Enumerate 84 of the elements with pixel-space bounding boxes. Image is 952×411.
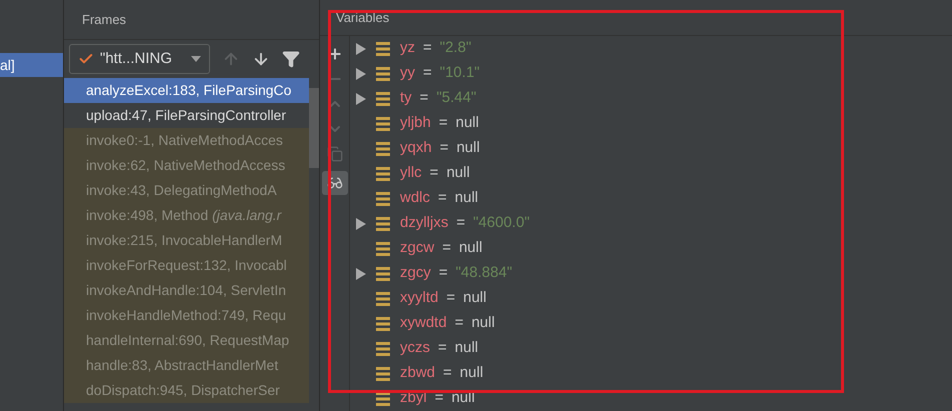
frame-item[interactable]: invoke:215, InvocableHandlerM xyxy=(64,228,309,253)
expand-arrow-icon[interactable] xyxy=(356,42,366,54)
variable-name: xywdtd xyxy=(400,313,447,334)
field-icon xyxy=(376,316,390,330)
variable-name: zgcy xyxy=(400,263,431,284)
frame-item[interactable]: invoke:498, Method (java.lang.r xyxy=(64,203,309,228)
panel-title: Variables xyxy=(336,8,390,27)
variable-value: null xyxy=(454,188,478,208)
frame-item[interactable]: invokeHandleMethod:749, Requ xyxy=(64,303,309,328)
equals-sign: = xyxy=(438,188,447,208)
expand-arrow-icon[interactable] xyxy=(356,68,366,80)
variable-value: "48.884" xyxy=(456,263,512,284)
equals-sign: = xyxy=(446,288,456,308)
variable-name: dzylljxs xyxy=(400,213,448,234)
variable-value: null xyxy=(456,138,480,158)
caret-icon xyxy=(191,56,201,62)
variable-name: zbwd xyxy=(400,363,436,384)
frame-item[interactable]: doDispatch:945, DispatcherSer xyxy=(64,378,309,403)
down-arrow-icon[interactable] xyxy=(252,50,270,68)
field-icon xyxy=(376,42,390,56)
frame-item[interactable]: invoke0:-1, NativeMethodAcces xyxy=(64,128,309,153)
equals-sign: = xyxy=(430,163,438,184)
frame-item[interactable]: analyzeExcel:183, FileParsingCo xyxy=(64,78,309,103)
variable-name: yqxh xyxy=(400,138,432,158)
variable-value: null xyxy=(456,113,479,134)
equals-sign: = xyxy=(423,63,432,84)
variable-name: ty xyxy=(400,88,412,108)
field-icon xyxy=(376,392,390,406)
equals-sign: = xyxy=(440,138,448,158)
variable-name: xyyltd xyxy=(400,288,438,308)
expand-arrow-icon[interactable] xyxy=(356,218,366,230)
frame-item[interactable]: handleInternal:690, RequestMap xyxy=(64,328,309,353)
filter-icon[interactable] xyxy=(282,50,300,68)
field-icon xyxy=(376,142,390,156)
expand-arrow-icon[interactable] xyxy=(356,92,366,104)
variable-name: yczs xyxy=(400,338,430,358)
frame-item[interactable]: invoke:43, DelegatingMethodA xyxy=(64,178,309,203)
frame-item[interactable]: handle:83, AbstractHandlerMet xyxy=(64,353,309,378)
list-item[interactable]: al] xyxy=(0,53,63,77)
equals-sign: = xyxy=(438,338,447,358)
variable-name: yljbh xyxy=(400,113,431,134)
variable-value: null xyxy=(446,163,470,184)
frame-item[interactable]: invokeForRequest:132, Invocabl xyxy=(64,253,309,278)
field-icon xyxy=(376,192,390,206)
equals-sign: = xyxy=(443,363,452,384)
variable-value: "2.8" xyxy=(440,38,472,58)
variable-value: "5.44" xyxy=(436,88,476,108)
field-icon xyxy=(376,342,390,356)
thread-dropdown[interactable]: "htt...NING xyxy=(69,44,210,74)
equals-sign: = xyxy=(438,263,448,284)
equals-sign: = xyxy=(420,88,428,108)
variable-value: null xyxy=(471,313,495,334)
scrollbar[interactable] xyxy=(309,88,319,168)
field-icon xyxy=(376,66,390,80)
variable-value: null xyxy=(458,238,482,258)
variable-value: null xyxy=(460,363,484,384)
equals-sign: = xyxy=(454,313,464,334)
field-icon xyxy=(376,266,390,280)
variable-value: null xyxy=(454,338,478,358)
field-icon xyxy=(376,366,390,380)
panel-title: Frames xyxy=(82,10,126,29)
variable-name: yllc xyxy=(400,163,422,184)
variable-value: "10.1" xyxy=(440,63,480,84)
variable-name: zgcw xyxy=(400,238,434,258)
expand-arrow-icon[interactable] xyxy=(356,268,366,280)
variable-name: yy xyxy=(400,63,415,84)
frame-item[interactable]: invokeAndHandle:104, ServletIn xyxy=(64,278,309,303)
field-icon xyxy=(376,292,390,306)
equals-sign: = xyxy=(456,213,466,234)
equals-sign: = xyxy=(438,113,448,134)
field-icon xyxy=(376,216,390,230)
frame-item[interactable]: invoke:62, NativeMethodAccess xyxy=(64,153,309,178)
equals-sign: = xyxy=(423,38,432,58)
equals-sign: = xyxy=(442,238,451,258)
variable-name: yz xyxy=(400,38,415,58)
equals-sign: = xyxy=(434,388,444,408)
glasses-icon xyxy=(326,175,342,191)
field-icon xyxy=(376,116,390,130)
variable-name: wdlc xyxy=(400,188,430,208)
variable-value: "4600.0" xyxy=(473,213,530,234)
variable-value: null xyxy=(463,288,486,308)
field-icon xyxy=(376,92,390,106)
field-icon xyxy=(376,166,390,180)
field-icon xyxy=(376,242,390,256)
